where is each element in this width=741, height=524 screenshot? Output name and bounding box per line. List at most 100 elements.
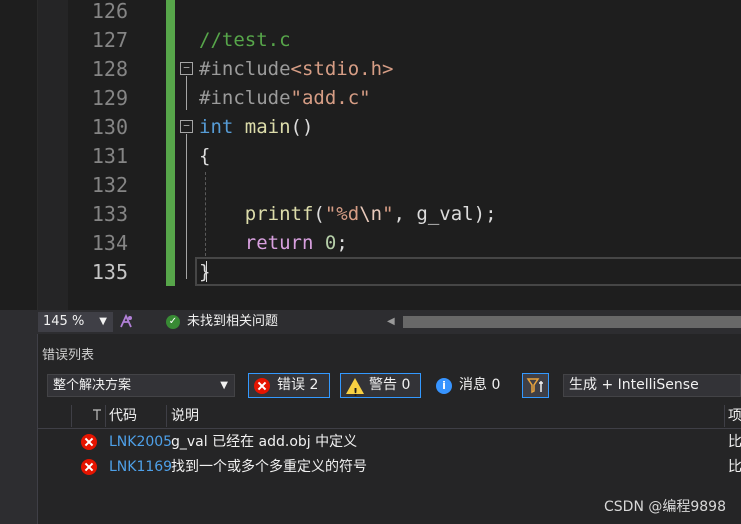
column-header-description[interactable]: 说明 (171, 403, 199, 429)
filter-funnel-button[interactable] (522, 373, 549, 398)
editor-status-bar: 145 % ▼ ✓ 未找到相关问题 ◀ (0, 310, 741, 334)
column-header-code[interactable]: 代码 (109, 403, 137, 429)
check-circle-icon: ✓ (166, 315, 180, 329)
error-icon (254, 378, 270, 394)
messages-filter-label: 消息 0 (459, 377, 501, 393)
horizontal-scrollbar[interactable] (403, 316, 741, 328)
error-row[interactable]: LNK2005 g_val 已经在 add.obj 中定义 比 (38, 430, 741, 455)
number-token: 0 (324, 232, 337, 254)
code-line-129[interactable]: #include"add.c" (199, 84, 371, 113)
info-icon: i (436, 378, 452, 394)
header-token: "add.c" (290, 87, 371, 109)
comment-token: //test.c (199, 29, 291, 51)
scroll-left-arrow-icon[interactable]: ◀ (387, 316, 395, 327)
paren-token: ( (313, 203, 325, 225)
error-code-link[interactable]: LNK2005 (109, 430, 171, 455)
build-source-dropdown[interactable]: 生成 + IntelliSense (563, 374, 741, 397)
column-separator[interactable] (724, 405, 725, 427)
column-separator[interactable] (166, 405, 167, 427)
paren-token: ); (473, 203, 497, 225)
build-source-value: 生成 + IntelliSense (569, 377, 699, 393)
code-line-131[interactable]: { (199, 142, 210, 171)
warnings-filter-button[interactable]: ! 警告 0 (340, 373, 421, 399)
text-caret (206, 261, 207, 282)
panel-left-strip (0, 334, 38, 524)
column-header-project[interactable]: 项 (728, 403, 741, 429)
column-separator[interactable] (71, 405, 72, 427)
function-token: printf (244, 203, 314, 225)
change-tracking-bar (166, 0, 175, 286)
warning-glyph: ! (353, 386, 359, 399)
chevron-down-icon: ▼ (99, 316, 107, 327)
error-row[interactable]: LNK1169 找到一个或多个多重定义的符号 比 (38, 455, 741, 480)
issues-status-text[interactable]: 未找到相关问题 (187, 310, 278, 334)
error-grid-header: 代码 说明 项 (38, 403, 741, 429)
fold-region-line (186, 134, 187, 279)
brace-token: { (199, 145, 211, 167)
errors-filter-button[interactable]: 错误 2 (248, 373, 330, 398)
directive-token: #include (199, 58, 291, 80)
fold-collapse-icon[interactable]: − (180, 120, 193, 133)
column-options-icon[interactable] (91, 408, 103, 422)
line-number: 127 (91, 28, 128, 52)
keyword-token: int (199, 116, 234, 138)
scope-dropdown[interactable]: 整个解决方案 ▼ (47, 374, 235, 397)
funnel-filter-icon (526, 378, 543, 394)
header-token: <stdio.h> (290, 58, 394, 80)
string-token: "%d (324, 203, 360, 225)
line-number: 133 (91, 202, 128, 226)
code-line-134[interactable]: return 0; (199, 229, 348, 258)
error-project: 比 (728, 434, 741, 450)
line-number: 132 (91, 173, 128, 197)
line-number-gutter: 126 127 128 129 130 131 132 133 134 135 (68, 0, 130, 310)
error-description: g_val 已经在 add.obj 中定义 (171, 434, 358, 450)
brace-token: } (199, 261, 211, 283)
fold-collapse-icon[interactable]: − (180, 62, 193, 75)
code-area[interactable]: − − //test.c #include<stdio.h> #include"… (175, 0, 741, 310)
error-description: 找到一个或多个多重定义的符号 (171, 459, 367, 475)
code-line-128[interactable]: #include<stdio.h> (199, 55, 393, 84)
errors-filter-label: 错误 2 (277, 377, 319, 393)
line-number: 130 (91, 115, 128, 139)
paren-token: () (290, 116, 314, 138)
warnings-filter-label: 警告 0 (369, 377, 411, 393)
code-line-130[interactable]: int main() (199, 113, 313, 142)
keyword-token: return (244, 232, 314, 254)
error-icon (81, 434, 97, 450)
error-list-panel: 错误列表 整个解决方案 ▼ 错误 2 ! 警告 0 i 消息 0 生成 + In… (0, 334, 741, 524)
code-line-135[interactable]: } (199, 258, 210, 287)
warning-icon: ! (346, 378, 364, 399)
line-number: 128 (91, 57, 128, 81)
current-line-highlight (195, 257, 741, 286)
string-token: " (382, 203, 394, 225)
line-number: 131 (91, 144, 128, 168)
scope-value: 整个解决方案 (53, 378, 132, 393)
chevron-down-icon: ▼ (220, 380, 228, 391)
editor-left-strip (0, 0, 38, 310)
code-line-133[interactable]: printf("%d\n", g_val); (199, 200, 497, 229)
semicolon-token: ; (336, 232, 348, 254)
watermark-text: CSDN @编程9898 (604, 499, 726, 515)
code-line-127[interactable]: //test.c (199, 26, 291, 55)
line-number: 126 (91, 0, 128, 23)
error-code-link[interactable]: LNK1169 (109, 455, 171, 480)
line-number: 129 (91, 86, 128, 110)
escape-token: \n (359, 203, 383, 225)
current-line-number: 135 (91, 260, 128, 284)
intellicode-icon[interactable] (117, 313, 135, 331)
separator-token: , (393, 203, 417, 225)
zoom-level-dropdown[interactable]: 145 % ▼ (38, 312, 113, 332)
panel-title: 错误列表 (42, 348, 95, 363)
code-editor[interactable]: 126 127 128 129 130 131 132 133 134 135 … (0, 0, 741, 310)
zoom-level-value: 145 % (43, 314, 85, 329)
variable-token: g_val (416, 203, 474, 225)
directive-token: #include (199, 87, 291, 109)
error-icon (81, 459, 97, 475)
messages-filter-button[interactable]: i 消息 0 (430, 373, 514, 398)
line-number: 134 (91, 231, 128, 255)
glyph-margin[interactable] (38, 0, 68, 310)
column-separator[interactable] (105, 405, 106, 427)
error-project: 比 (728, 459, 741, 475)
fold-region-line (186, 76, 187, 110)
function-token: main (244, 116, 291, 138)
